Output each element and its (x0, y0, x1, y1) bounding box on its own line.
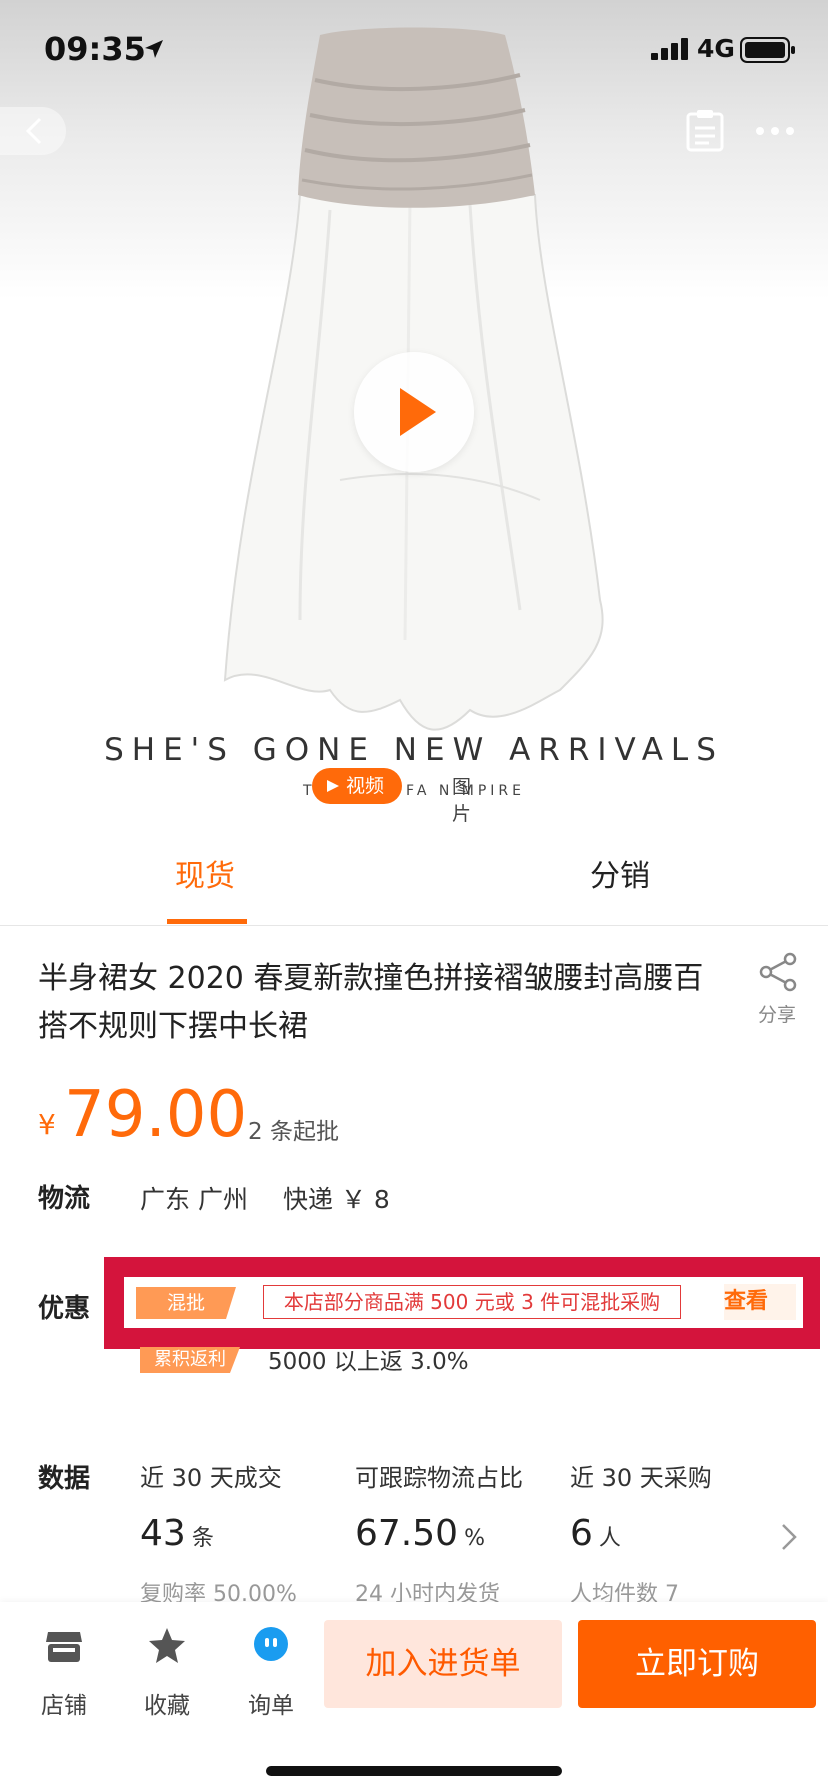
video-tab[interactable]: 视频 (312, 768, 402, 804)
stat-header: 近 30 天成交 (140, 1464, 282, 1492)
promotion-highlight-box: 混批 本店部分商品满 500 元或 3 件可混批采购 查看 (104, 1257, 820, 1349)
status-bar: 09:35 4G (0, 0, 828, 96)
share-button[interactable]: 分享 (752, 950, 812, 1030)
rebate-text: 5000 以上返 3.0% (268, 1349, 469, 1372)
hero-tagline: SHE'S GONE NEW ARRIVALS (104, 732, 724, 768)
battery-icon (740, 37, 795, 63)
chevron-right-icon[interactable] (780, 1522, 798, 1552)
share-label: 分享 (758, 1004, 797, 1026)
stat-sub: 人均件数 7 (570, 1582, 679, 1602)
product-title: 半身裙女 2020 春夏新款撞色拼接褶皱腰封高腰百搭不规则下摆中长裙 (38, 961, 704, 1044)
play-small-icon (327, 780, 339, 792)
network-label: 4G (697, 34, 735, 63)
bottom-action-bar: 店铺 收藏 询单 加入进货单 立即订购 (0, 1602, 828, 1792)
data-label: 数据 (38, 1464, 91, 1494)
play-video-button[interactable] (354, 352, 474, 472)
stat-value-wrap: 6人 (570, 1513, 621, 1554)
favorite-button[interactable]: 收藏 (127, 1624, 207, 1719)
tab-distribution[interactable]: 分销 (535, 828, 705, 925)
tab-spot-goods[interactable]: 现货 (120, 828, 290, 925)
stat-transactions: 近 30 天成交 43 条 复购率 50.00% (140, 1458, 297, 1602)
stat-value-wrap: 43 条 (140, 1513, 214, 1554)
more-options-button[interactable] (752, 108, 798, 154)
mix-batch-text: 本店部分商品满 500 元或 3 件可混批采购 (263, 1285, 681, 1319)
minimum-order: 2 条起批 (248, 1119, 339, 1145)
stat-buyers: 近 30 天采购 6人 人均件数 7 (570, 1458, 712, 1602)
stat-sub: 24 小时内发货 (355, 1582, 500, 1602)
inquiry-button[interactable]: 询单 (231, 1624, 311, 1719)
stat-unit: 人 (598, 1526, 621, 1551)
location-arrow-icon (145, 40, 163, 58)
clipboard-button[interactable] (682, 108, 728, 154)
order-now-button[interactable]: 立即订购 (578, 1620, 816, 1708)
stat-sub: 复购率 50.00% (140, 1582, 297, 1602)
price-value: 79.00 (64, 1078, 248, 1152)
logistics-origin: 广东 广州 (140, 1185, 248, 1214)
favorite-label: 收藏 (144, 1693, 190, 1719)
store-icon (46, 1632, 82, 1662)
price-currency: ¥ (38, 1108, 56, 1141)
video-tab-label: 视频 (346, 775, 385, 797)
promotion-label: 优惠 (38, 1294, 91, 1324)
signal-icon (651, 38, 688, 60)
stat-logistics-tracking: 可跟踪物流占比 67.50% 24 小时内发货 (355, 1458, 523, 1602)
stat-header: 可跟踪物流占比 (355, 1464, 523, 1492)
mix-batch-row[interactable]: 混批 本店部分商品满 500 元或 3 件可混批采购 查看 (124, 1277, 803, 1328)
chat-icon (254, 1627, 288, 1661)
back-button[interactable] (0, 107, 66, 155)
stat-unit: 条 (191, 1526, 214, 1551)
more-dots-icon (756, 127, 794, 135)
stat-value-wrap: 67.50% (355, 1513, 485, 1554)
stat-value: 43 (140, 1513, 186, 1554)
store-button[interactable]: 店铺 (24, 1624, 104, 1719)
view-mix-batch-link[interactable]: 查看 (724, 1284, 796, 1320)
home-indicator (266, 1766, 562, 1776)
active-tab-indicator (167, 919, 247, 924)
photo-tab[interactable]: 图片 (452, 772, 471, 826)
logistics-label: 物流 (38, 1184, 91, 1214)
clipboard-icon (686, 110, 724, 152)
star-icon (149, 1628, 185, 1663)
add-to-purchase-list-button[interactable]: 加入进货单 (324, 1620, 562, 1708)
status-time: 09:35 (44, 30, 146, 68)
stat-unit: % (464, 1526, 485, 1551)
rebate-badge: 累积返利 (140, 1347, 240, 1373)
tab-bar: 现货 分销 (0, 828, 828, 926)
store-label: 店铺 (41, 1693, 87, 1719)
logistics-shipping: 快递 ￥ 8 (283, 1185, 390, 1214)
play-icon (400, 388, 436, 436)
share-icon (759, 952, 797, 992)
stat-header: 近 30 天采购 (570, 1464, 712, 1492)
hero-subline: THE ES F FA N MPIRE (302, 783, 525, 799)
inquiry-label: 询单 (248, 1693, 294, 1719)
mix-batch-badge: 混批 (136, 1287, 236, 1319)
back-chevron-icon (25, 117, 42, 145)
stat-value: 67.50 (355, 1513, 459, 1554)
stat-value: 6 (570, 1513, 593, 1554)
